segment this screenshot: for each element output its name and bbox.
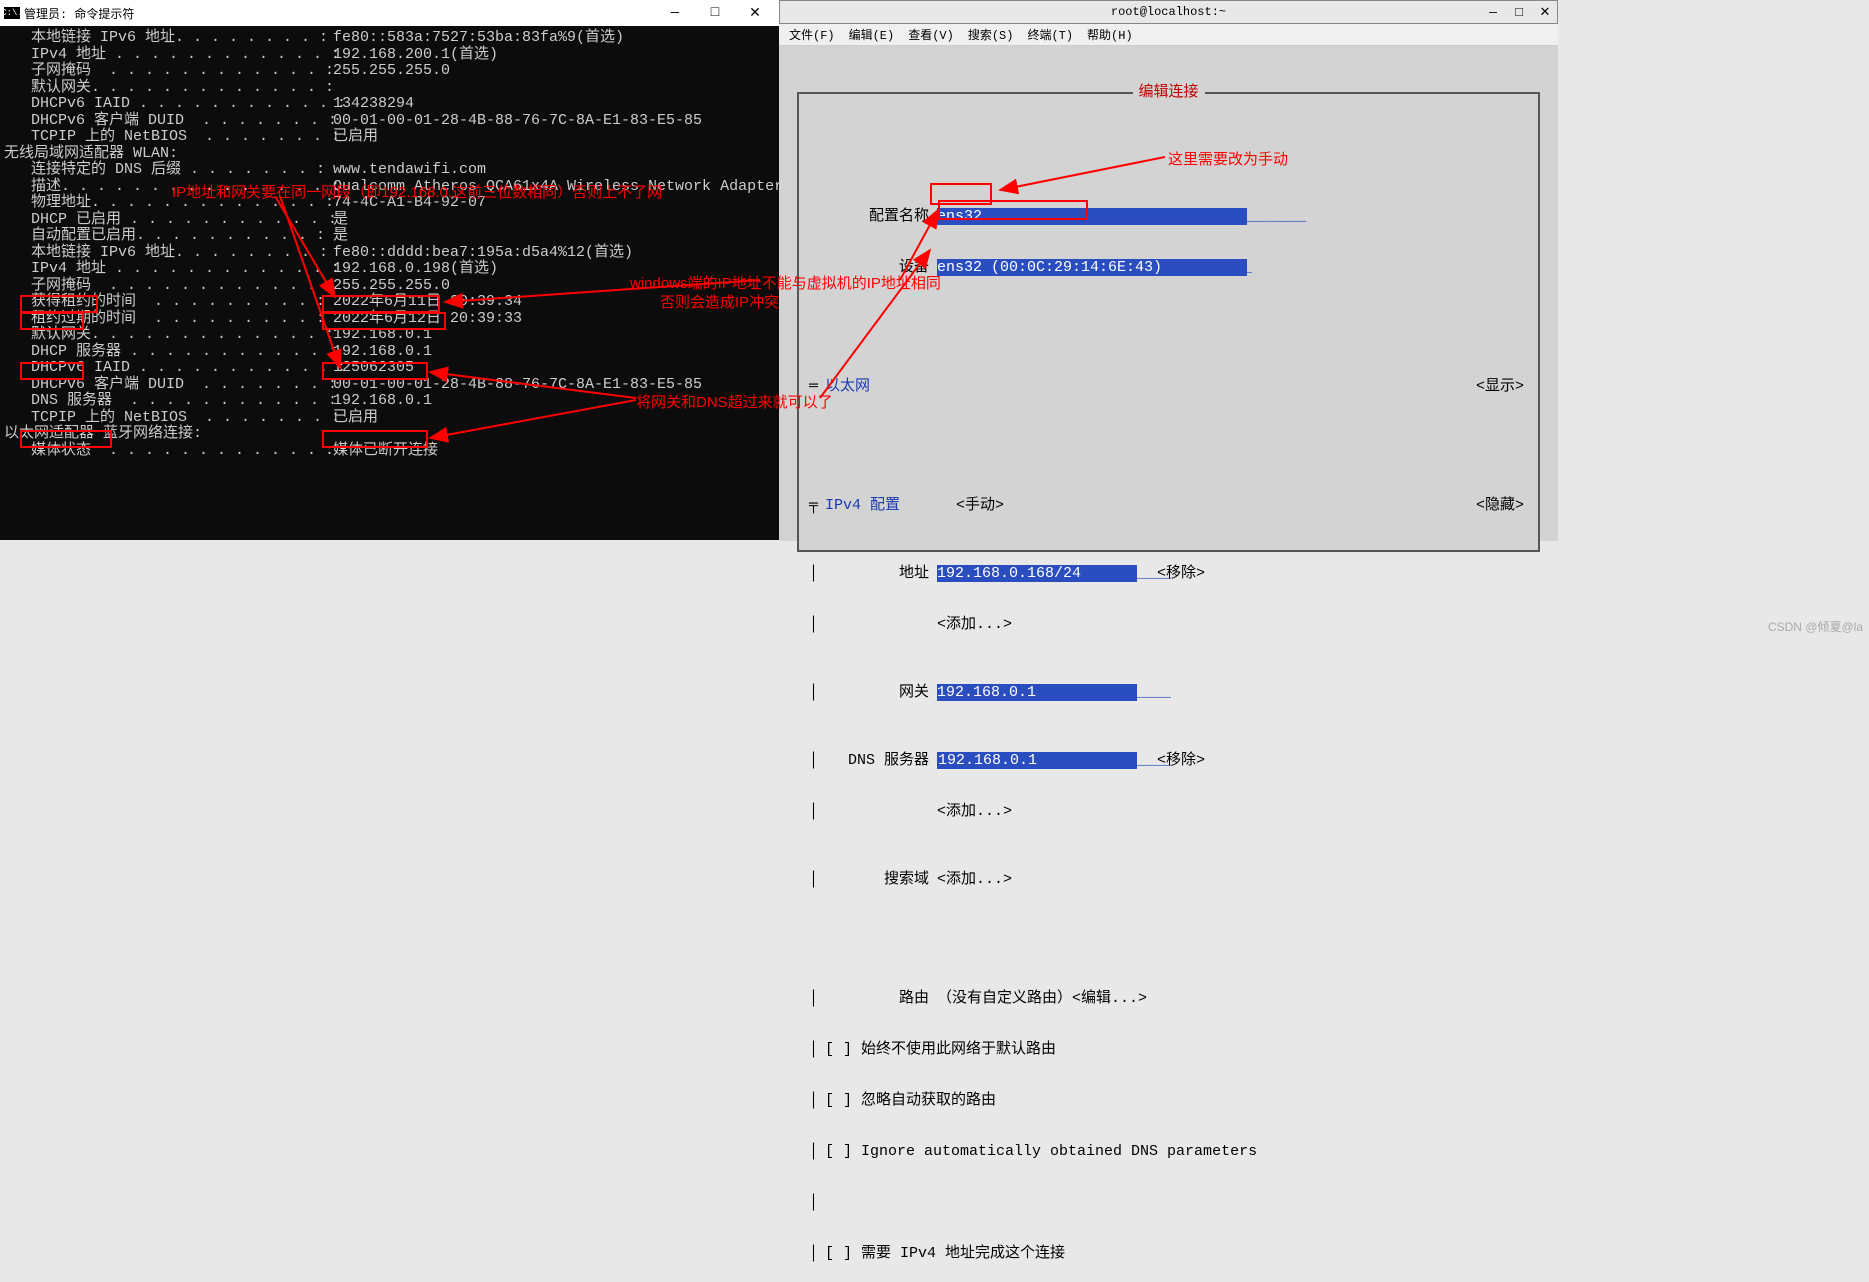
cmd-title: 管理员: 命令提示符 <box>24 5 134 22</box>
frame-title: 编辑连接 <box>1132 84 1204 101</box>
dns-label: DNS 服务器 <box>825 752 937 769</box>
minimize-button[interactable]: — <box>655 5 695 21</box>
nmtui-screen[interactable]: 编辑连接 配置名称 ens32_________________________… <box>779 46 1558 541</box>
cmd-titlebar[interactable]: C:\. 管理员: 命令提示符 — □ ✕ <box>0 0 779 26</box>
search-label: 搜索域 <box>825 871 937 888</box>
address-label: 地址 <box>825 565 937 582</box>
profile-name-row[interactable]: 配置名称 ens32______________________________… <box>809 208 1532 225</box>
ipv4-row[interactable]: ╤ IPv4 配置 <手动> <隐藏> <box>809 497 1532 514</box>
minimize-button[interactable]: — <box>1485 5 1501 20</box>
anno-box <box>20 430 112 448</box>
close-button[interactable]: ✕ <box>1537 5 1553 20</box>
add-button[interactable]: <添加...> <box>937 803 1012 820</box>
ipv4-label: IPv4 配置 <box>825 497 900 514</box>
anno-box <box>322 312 446 330</box>
checkbox-require-ipv4[interactable]: │ [ ] 需要 IPv4 地址完成这个连接 <box>809 1245 1532 1262</box>
route-value: （没有自定义路由） <box>937 990 1072 1007</box>
edit-button[interactable]: <编辑...> <box>1072 990 1147 1007</box>
cmd-line: TCPIP 上的 NetBIOS . . . . . . . : 已启用 <box>4 129 779 146</box>
anno-box <box>20 362 84 380</box>
terminal-menubar[interactable]: 文件(F)编辑(E)查看(V)搜索(S)终端(T)帮助(H) <box>779 24 1558 46</box>
dns-row[interactable]: │ DNS 服务器 192.168.0.1_______________ <移除… <box>809 752 1532 769</box>
add-button[interactable]: <添加...> <box>937 616 1012 633</box>
remove-button[interactable]: <移除> <box>1137 752 1205 769</box>
gateway-label: 网关 <box>825 684 937 701</box>
cmd-line: 连接特定的 DNS 后缀 . . . . . . . : www.tendawi… <box>4 162 779 179</box>
dns-add-row[interactable]: │ <添加...> <box>809 803 1532 820</box>
anno-box <box>20 295 98 313</box>
menu-item[interactable]: 编辑(E) <box>843 24 901 45</box>
anno-box <box>322 430 428 448</box>
annotation-text: windows端的IP地址不能与虚拟机的IP地址相同 <box>630 272 941 293</box>
search-domain-row[interactable]: │ 搜索域 <添加...> <box>809 871 1532 888</box>
cmd-line: DHCPv6 客户端 DUID . . . . . . . : 00-01-00… <box>4 113 779 130</box>
cmd-line: DHCPv6 IAID . . . . . . . . . . . : 1342… <box>4 96 779 113</box>
checkbox-ignore-routes[interactable]: │ [ ] 忽略自动获取的路由 <box>809 1092 1532 1109</box>
address-add-row[interactable]: │ <添加...> <box>809 616 1532 633</box>
menu-item[interactable]: 帮助(H) <box>1081 24 1139 45</box>
ethernet-row[interactable]: ═ 以太网 <显示> <box>809 378 1532 395</box>
dns-input[interactable]: 192.168.0.1_______________ <box>937 752 1137 769</box>
device-input[interactable]: ens32 (00:0C:29:14:6E:43)__________ <box>937 259 1247 276</box>
checkbox-default-route[interactable]: │ [ ] 始终不使用此网络于默认路由 <box>809 1041 1532 1058</box>
address-row[interactable]: │ 地址 192.168.0.168/24__________ <移除> <box>809 565 1532 582</box>
cmd-line: DHCP 服务器 . . . . . . . . . . . : 192.168… <box>4 344 779 361</box>
cmd-line: 默认网关. . . . . . . . . . . . . : <box>4 80 779 97</box>
cmd-line: IPv4 地址 . . . . . . . . . . . . : 192.16… <box>4 47 779 64</box>
annotation-text: 否则会造成IP冲突 <box>660 291 779 312</box>
show-button[interactable]: <显示> <box>1476 378 1524 395</box>
cmd-line: 本地链接 IPv6 地址. . . . . . . . : fe80::583a… <box>4 30 779 47</box>
maximize-button[interactable]: □ <box>1511 5 1527 20</box>
watermark: CSDN @倾夏@la <box>1768 618 1863 635</box>
gateway-row[interactable]: │ 网关 192.168.0.1_______________ <box>809 684 1532 701</box>
cmd-icon: C:\. <box>4 7 20 19</box>
annotation-text: IP地址和网关要在同一网段（即192.168.0.这前三位数相同）否则上不了网 <box>172 181 662 202</box>
terminal-titlebar[interactable]: root@localhost:~ — □ ✕ <box>779 0 1558 24</box>
address-input[interactable]: 192.168.0.168/24__________ <box>937 565 1137 582</box>
route-label: 路由 <box>825 990 937 1007</box>
terminal-window: root@localhost:~ — □ ✕ 文件(F)编辑(E)查看(V)搜索… <box>779 0 1558 541</box>
hide-button[interactable]: <隐藏> <box>1476 497 1524 514</box>
menu-item[interactable]: 终端(T) <box>1021 24 1079 45</box>
cmd-line: DHCP 已启用 . . . . . . . . . . . : 是 <box>4 212 779 229</box>
route-row[interactable]: │ 路由 （没有自定义路由） <编辑...> <box>809 990 1532 1007</box>
checkbox-ignore-dns[interactable]: │ [ ] Ignore automatically obtained DNS … <box>809 1143 1532 1160</box>
profile-name-label: 配置名称 <box>809 208 937 225</box>
remove-button[interactable]: <移除> <box>1137 565 1205 582</box>
cmd-line: 子网掩码 . . . . . . . . . . . . : 255.255.2… <box>4 63 779 80</box>
cmd-window: C:\. 管理员: 命令提示符 — □ ✕ 本地链接 IPv6 地址. . . … <box>0 0 779 540</box>
ipv4-mode-select[interactable]: <手动> <box>956 497 1004 514</box>
menu-item[interactable]: 查看(V) <box>902 24 960 45</box>
maximize-button[interactable]: □ <box>695 5 735 21</box>
cmd-line: 无线局域网适配器 WLAN: <box>4 146 779 163</box>
anno-box <box>20 312 84 330</box>
cmd-line: 本地链接 IPv6 地址. . . . . . . . : fe80::dddd… <box>4 245 779 262</box>
add-button[interactable]: <添加...> <box>937 871 1012 888</box>
anno-box <box>322 362 428 380</box>
gateway-input[interactable]: 192.168.0.1_______________ <box>937 684 1137 701</box>
anno-box <box>938 200 1088 220</box>
terminal-title: root@localhost:~ <box>1111 5 1226 19</box>
annotation-text: 这里需要改为手动 <box>1168 148 1288 169</box>
menu-item[interactable]: 文件(F) <box>783 24 841 45</box>
anno-box <box>322 295 440 313</box>
close-button[interactable]: ✕ <box>735 5 775 22</box>
menu-item[interactable]: 搜索(S) <box>962 24 1020 45</box>
cmd-line: 自动配置已启用. . . . . . . . . . : 是 <box>4 228 779 245</box>
annotation-text: 将网关和DNS超过来就可以了 <box>636 391 833 412</box>
